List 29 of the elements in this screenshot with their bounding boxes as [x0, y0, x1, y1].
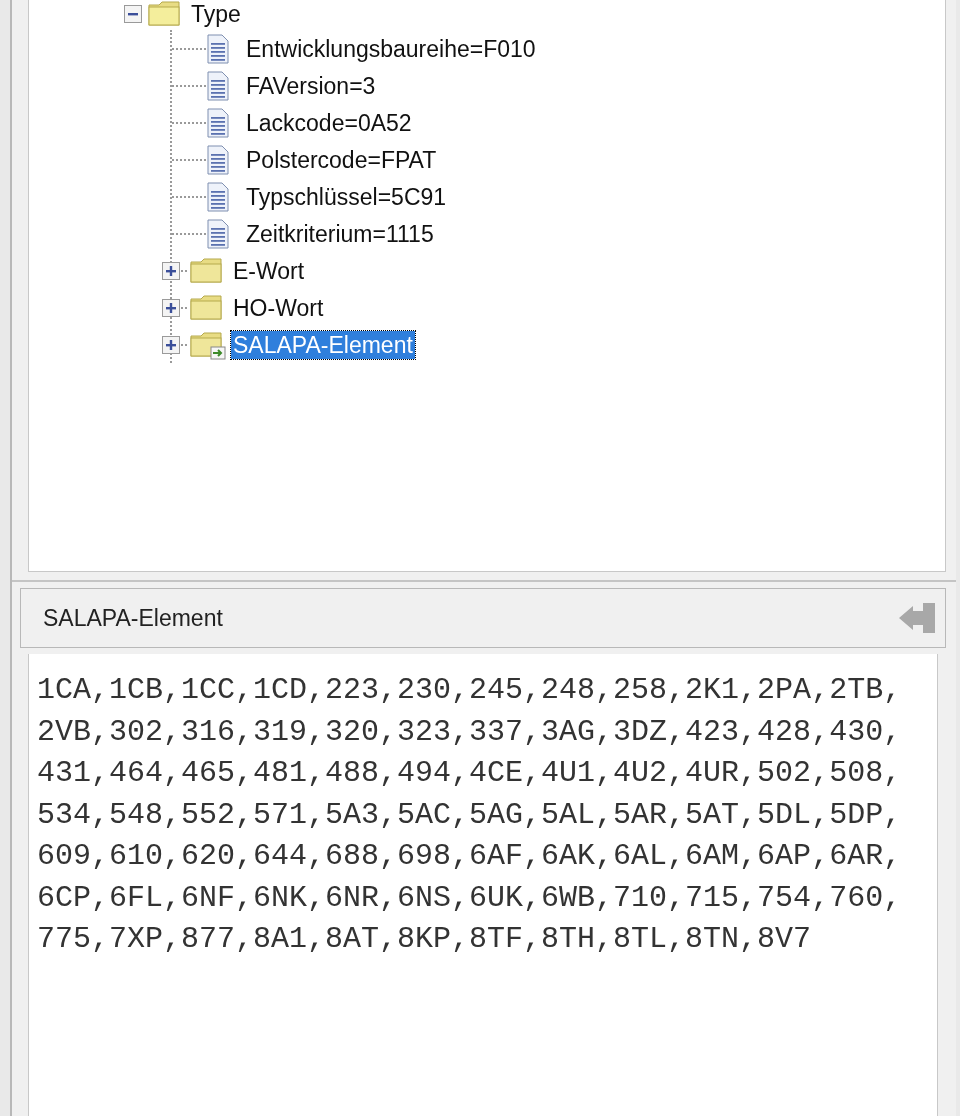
- code-line: 1CA,1CB,1CC,1CD,223,230,245,248,258,2K1,2PA,2TB,: [37, 672, 902, 709]
- document-icon: [206, 70, 230, 101]
- tree-item[interactable]: HO-Wort: [231, 293, 326, 322]
- tree-item[interactable]: Typschlüssel=5C91: [244, 182, 449, 211]
- code-line: 534,548,552,571,5A3,5AC,5AG,5AL,5AR,5AT,5DL,5DP,: [37, 796, 902, 834]
- code-line: 775,7XP,877,8A1,8AT,8KP,8TF,8TH,8TL,8TN,8V7: [37, 921, 812, 958]
- document-icon: [206, 107, 230, 138]
- tree-item[interactable]: FAVersion=3: [244, 71, 378, 100]
- tree-item[interactable]: SALAPA-Element: [231, 330, 415, 359]
- document-icon: [206, 218, 230, 249]
- tree-item[interactable]: Zeitkriterium=1115: [244, 219, 436, 248]
- expand-icon[interactable]: [161, 260, 181, 281]
- document-icon: [206, 181, 230, 212]
- panel-title: SALAPA-Element: [43, 603, 223, 633]
- code-line: 609,610,620,644,688,698,6AF,6AK,6AL,6AM,6AP,6AR,: [37, 838, 902, 875]
- linked-folder-icon: [189, 329, 227, 360]
- expand-icon[interactable]: [161, 334, 181, 355]
- tree-item[interactable]: Polstercode=FPAT: [244, 145, 439, 174]
- code-line: 2VB,302,316,319,320,323,337,3AG,3DZ,423,428,430,: [37, 713, 902, 751]
- document-icon: [206, 144, 230, 175]
- document-icon: [206, 33, 230, 64]
- tree-item[interactable]: E-Wort: [231, 256, 307, 285]
- code-line: 431,464,465,481,488,494,4CE,4U1,4U2,4UR,502,508,: [37, 755, 902, 792]
- tree-item[interactable]: Entwicklungsbaureihe=F010: [244, 34, 538, 63]
- collapse-icon[interactable]: [123, 4, 143, 24]
- code-line: 6CP,6FL,6NF,6NK,6NR,6NS,6UK,6WB,710,715,754,760,: [37, 879, 902, 917]
- expand-icon[interactable]: [161, 297, 181, 318]
- tree-item[interactable]: Type: [189, 0, 243, 28]
- tree-item[interactable]: Lackcode=0A52: [244, 108, 414, 137]
